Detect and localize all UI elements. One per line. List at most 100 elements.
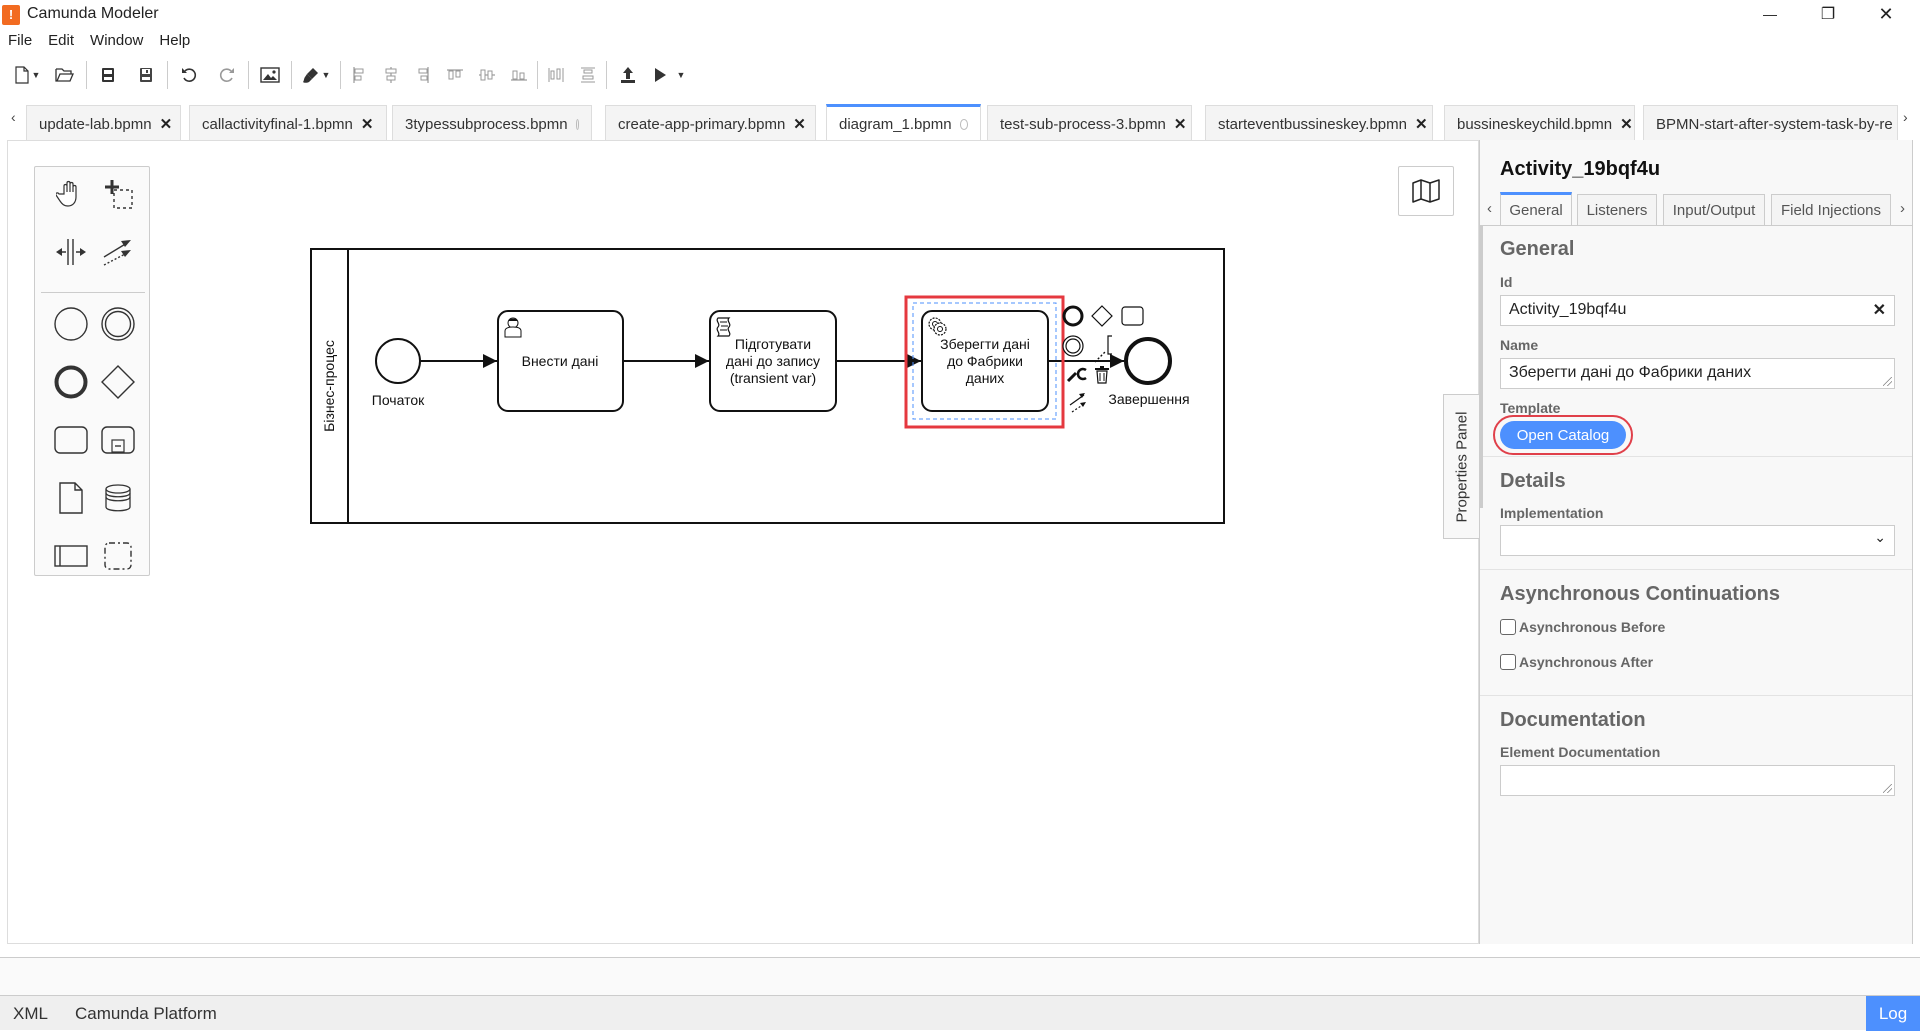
task-icon — [54, 426, 88, 454]
hand-tool[interactable] — [48, 171, 94, 217]
props-tab-input-output[interactable]: Input/Output — [1663, 194, 1765, 226]
tab-bpmn-start-after-system-task[interactable]: BPMN-start-after-system-task-by-re — [1643, 105, 1898, 142]
create-task[interactable] — [48, 417, 94, 463]
end-event-label: Завершення — [1108, 391, 1189, 407]
task-label-line: Зберегти дані — [940, 336, 1030, 352]
properties-scrollbar[interactable] — [1479, 226, 1483, 508]
data-object-icon — [59, 482, 83, 514]
minimize-icon: — — [1763, 6, 1777, 22]
append-end-event-icon[interactable] — [1062, 305, 1084, 327]
pool-label: Бізнес-процес — [321, 340, 337, 432]
section-heading-documentation: Documentation — [1500, 709, 1646, 731]
tabs-divider — [1480, 225, 1912, 226]
minimize-button[interactable]: — — [1742, 0, 1798, 28]
task-label-line: (transient var) — [730, 370, 816, 386]
pool-icon — [54, 545, 88, 567]
props-tab-scroll-right-icon[interactable]: › — [1900, 200, 1905, 217]
start-event[interactable]: Початок — [372, 338, 425, 408]
create-pool[interactable] — [48, 533, 94, 579]
map-icon — [1412, 179, 1440, 203]
status-bar: XML Camunda Platform Log — [0, 995, 1920, 1031]
create-subprocess[interactable] — [95, 417, 141, 463]
async-after-checkbox[interactable] — [1500, 654, 1516, 670]
script-icon — [716, 317, 731, 337]
append-task-icon[interactable] — [1121, 306, 1144, 326]
lasso-icon — [105, 180, 133, 209]
create-intermediate-event[interactable] — [95, 301, 141, 347]
start-event-icon — [54, 307, 88, 341]
user-task[interactable]: Внести дані — [497, 310, 624, 412]
props-tab-listeners[interactable]: Listeners — [1577, 194, 1657, 226]
section-divider — [1480, 456, 1912, 457]
properties-panel-toggle[interactable]: Properties Panel — [1443, 394, 1480, 539]
implementation-select[interactable]: ⌄ — [1500, 525, 1895, 556]
service-task[interactable]: Зберегти дані до Фабрики даних — [904, 295, 1065, 429]
intermediate-event-icon — [101, 307, 135, 341]
section-heading-general: General — [1500, 238, 1575, 260]
name-textarea[interactable]: Зберегти дані до Фабрики даних — [1500, 358, 1895, 389]
gateway-icon — [101, 365, 135, 399]
create-data-store[interactable] — [95, 475, 141, 521]
id-input[interactable]: Activity_19bqf4u ✕ — [1500, 295, 1895, 326]
data-store-icon — [105, 484, 131, 512]
tool-palette — [34, 166, 150, 576]
name-value: Зберегти дані до Фабрики даних — [1509, 364, 1752, 381]
section-heading-details: Details — [1500, 470, 1566, 492]
task-label: Внести дані — [522, 353, 599, 369]
create-gateway[interactable] — [95, 359, 141, 405]
properties-panel: Activity_19bqf4u ‹ General Listeners Inp… — [1479, 140, 1913, 944]
restore-icon: ❐ — [1820, 6, 1836, 23]
script-task[interactable]: Підготувати дані до запису (transient va… — [709, 310, 837, 412]
task-label-line: дані до запису — [726, 353, 820, 369]
async-before-label: Asynchronous Before — [1519, 619, 1666, 635]
async-after-label: Asynchronous After — [1519, 654, 1654, 670]
create-group[interactable] — [95, 533, 141, 579]
connect-tool-icon — [103, 240, 131, 266]
xml-view-button[interactable]: XML — [13, 1004, 48, 1024]
task-label-line: до Фабрики — [947, 353, 1023, 369]
create-start-event[interactable] — [48, 301, 94, 347]
async-before-row: Asynchronous Before — [1500, 619, 1665, 635]
open-catalog-button[interactable]: Open Catalog — [1500, 421, 1626, 449]
tab-scroll-right-icon[interactable]: › — [1903, 109, 1908, 125]
id-value: Activity_19bqf4u — [1509, 301, 1627, 318]
start-event-label: Початок — [372, 392, 425, 408]
group-icon — [104, 542, 132, 570]
resize-handle-icon[interactable] — [1883, 784, 1892, 793]
tab-label: BPMN-start-after-system-task-by-re — [1656, 115, 1893, 133]
palette-divider — [41, 292, 145, 293]
append-intermediate-event-icon[interactable] — [1062, 335, 1084, 357]
props-tab-scroll-left-icon[interactable]: ‹ — [1487, 200, 1492, 217]
create-data-object[interactable] — [48, 475, 94, 521]
task-label-line: даних — [966, 370, 1005, 386]
section-divider — [1480, 569, 1912, 570]
lasso-tool[interactable] — [95, 171, 141, 217]
maximize-button[interactable]: ❐ — [1800, 0, 1856, 28]
clear-id-icon[interactable]: ✕ — [1873, 300, 1886, 320]
element-documentation-label: Element Documentation — [1500, 744, 1661, 760]
space-tool-icon — [56, 239, 86, 265]
minimap-toggle-button[interactable] — [1398, 166, 1454, 216]
global-connect-tool[interactable] — [95, 229, 141, 275]
execution-platform-button[interactable]: Camunda Platform — [75, 1004, 217, 1024]
name-label: Name — [1500, 337, 1539, 353]
close-tab-icon[interactable]: ✕ — [1620, 115, 1633, 133]
element-documentation-textarea[interactable] — [1500, 765, 1895, 796]
properties-panel-toggle-label: Properties Panel — [1453, 411, 1471, 522]
chevron-down-icon: ⌄ — [1874, 529, 1886, 545]
implementation-label: Implementation — [1500, 505, 1604, 521]
close-window-button[interactable]: ✕ — [1858, 0, 1914, 28]
bpmn-diagram: Бізнес-процес Початок Внести дані Підгот… — [310, 248, 1225, 524]
space-tool[interactable] — [48, 229, 94, 275]
props-tab-general[interactable]: General — [1500, 192, 1572, 226]
log-button[interactable]: Log — [1866, 996, 1920, 1031]
props-tab-field-injections[interactable]: Field Injections — [1771, 194, 1891, 226]
async-before-checkbox[interactable] — [1500, 619, 1516, 635]
create-end-event[interactable] — [48, 359, 94, 405]
close-icon: ✕ — [1878, 3, 1894, 24]
section-heading-async: Asynchronous Continuations — [1500, 583, 1780, 605]
async-after-row: Asynchronous After — [1500, 654, 1653, 670]
end-event-icon — [54, 365, 88, 399]
resize-handle-icon[interactable] — [1883, 377, 1892, 386]
hand-icon — [56, 180, 77, 207]
